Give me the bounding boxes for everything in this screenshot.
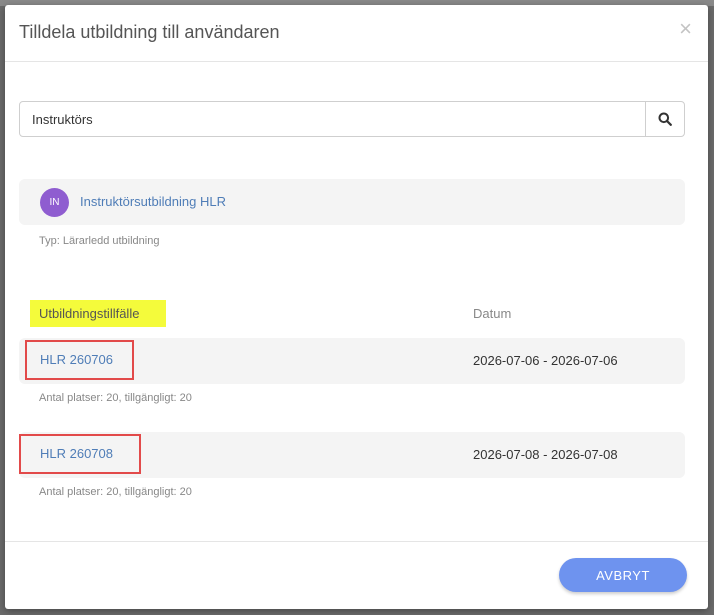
search-button[interactable] <box>645 102 684 136</box>
course-avatar: IN <box>40 188 69 217</box>
course-name-link[interactable]: Instruktörsutbildning HLR <box>80 194 226 209</box>
session-link[interactable]: HLR 260706 <box>40 352 113 367</box>
session-meta: Antal platser: 20, tillgängligt: 20 <box>39 392 192 404</box>
column-header-date: Datum <box>473 306 512 321</box>
course-type: Typ: Lärarledd utbildning <box>39 235 160 247</box>
modal-footer: AVBRYT <box>5 541 708 610</box>
course-card: IN Instruktörsutbildning HLR <box>19 179 685 225</box>
search-bar <box>19 101 685 137</box>
search-input[interactable] <box>20 102 648 136</box>
close-button[interactable]: × <box>679 16 692 41</box>
session-date: 2026-07-06 - 2026-07-06 <box>473 353 618 368</box>
cancel-button[interactable]: AVBRYT <box>559 558 687 592</box>
session-row: HLR 260708 2026-07-08 - 2026-07-08 <box>19 432 685 478</box>
session-date: 2026-07-08 - 2026-07-08 <box>473 447 618 462</box>
session-link[interactable]: HLR 260708 <box>40 446 113 461</box>
column-header-occasion: Utbildningstillfälle <box>30 300 166 327</box>
modal-header: Tilldela utbildning till användaren × <box>5 5 708 62</box>
session-row: HLR 260706 2026-07-06 - 2026-07-06 <box>19 338 685 384</box>
assign-training-modal: Tilldela utbildning till användaren × IN… <box>5 5 708 609</box>
close-icon: × <box>679 16 692 41</box>
session-meta: Antal platser: 20, tillgängligt: 20 <box>39 486 192 498</box>
search-icon <box>658 112 672 126</box>
modal-title: Tilldela utbildning till användaren <box>19 22 280 42</box>
